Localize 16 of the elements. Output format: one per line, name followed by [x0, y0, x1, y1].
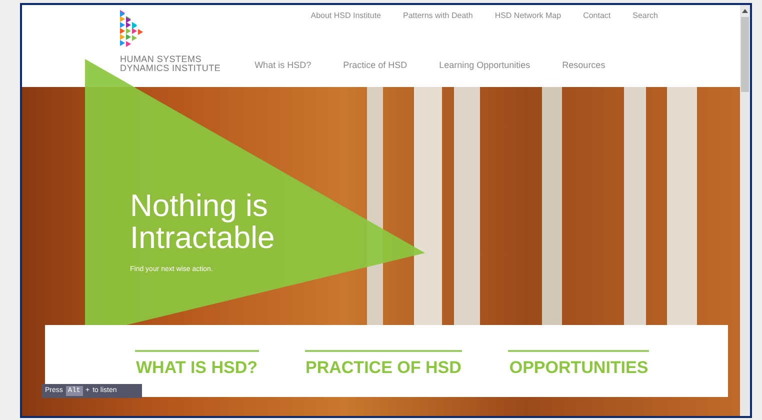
feature-link[interactable]: PRACTICE OF HSD — [304, 350, 462, 380]
feature-link[interactable]: WHAT IS HSD? — [135, 350, 259, 380]
top-link[interactable]: About HSD Institute — [310, 10, 381, 22]
hero-title: Nothing is Intractable — [130, 190, 275, 254]
scroll-thumb[interactable] — [741, 17, 749, 92]
nav-link[interactable]: What is HSD? — [254, 58, 312, 72]
brand-name: HUMAN SYSTEMS DYNAMICS INSTITUTE — [120, 55, 221, 73]
nav-link[interactable]: Learning Opportunities — [439, 58, 530, 72]
scroll-up-icon[interactable] — [742, 9, 748, 13]
feature-link[interactable]: OPPORTUNITIES — [508, 350, 650, 380]
top-link[interactable]: HSD Network Map — [494, 10, 562, 22]
nav-link[interactable]: Resources — [562, 58, 606, 72]
top-link[interactable]: Patterns with Death — [403, 10, 473, 22]
nav-link[interactable]: Practice of HSD — [343, 58, 408, 72]
top-link[interactable]: Search — [632, 10, 658, 22]
top-link[interactable]: Contact — [583, 10, 611, 22]
